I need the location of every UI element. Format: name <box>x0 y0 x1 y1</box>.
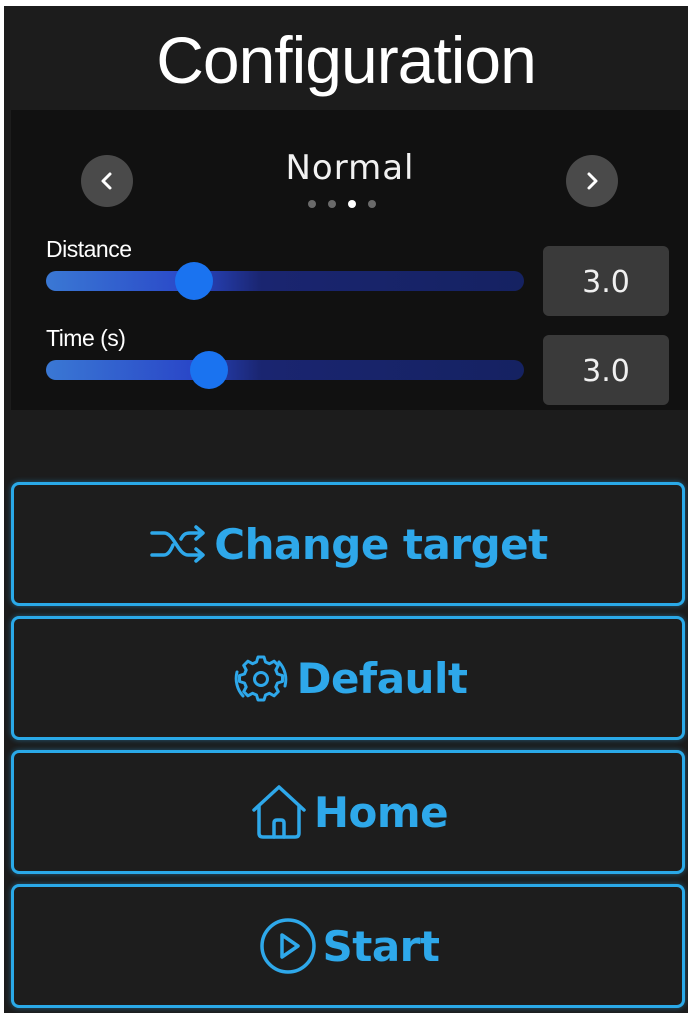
time-label: Time (s) <box>46 325 126 351</box>
distance-slider-thumb[interactable] <box>175 262 214 300</box>
page-dot <box>308 200 316 208</box>
home-button[interactable]: Home <box>11 750 685 874</box>
play-circle-icon <box>259 918 316 974</box>
distance-slider[interactable] <box>46 262 524 300</box>
page-dot <box>328 200 336 208</box>
time-slider-thumb[interactable] <box>189 351 228 389</box>
page-title: Configuration <box>156 23 537 97</box>
home-label: Home <box>313 787 449 837</box>
time-slider[interactable] <box>46 351 524 389</box>
default-button[interactable]: Default <box>11 616 685 740</box>
start-button[interactable]: Start <box>11 884 685 1008</box>
config-panel: Normal Distance 3.0 Time (s) 3.0 <box>11 110 688 410</box>
page-dot-active <box>348 200 356 208</box>
distance-label: Distance <box>46 236 132 262</box>
gear-icon <box>234 655 287 702</box>
change-target-label: Change target <box>214 519 548 569</box>
next-mode-button[interactable] <box>566 155 618 207</box>
default-label: Default <box>296 653 468 703</box>
chevron-right-icon <box>587 172 598 190</box>
change-target-button[interactable]: Change target <box>11 482 685 606</box>
page-indicator <box>308 200 376 208</box>
app-screen: Configuration Normal Distance 3.0 Time (… <box>4 6 688 1013</box>
start-label: Start <box>322 921 440 971</box>
home-icon <box>252 785 306 839</box>
shuffle-icon <box>150 525 206 563</box>
time-value-field[interactable]: 3.0 <box>543 335 669 405</box>
page-dot <box>368 200 376 208</box>
distance-value-field[interactable]: 3.0 <box>543 246 669 316</box>
